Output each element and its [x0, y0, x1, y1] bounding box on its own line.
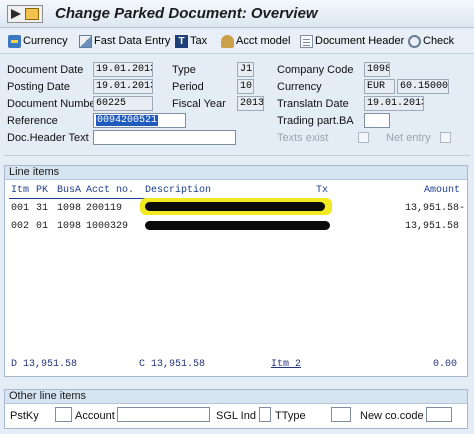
sgl-ind-input[interactable]: [259, 407, 271, 422]
column-itm[interactable]: Itm: [11, 185, 29, 196]
new-co-code-input[interactable]: [426, 407, 452, 422]
account-input[interactable]: [117, 407, 210, 422]
reference-value: 0094200521: [96, 115, 159, 126]
type-label: Type: [172, 64, 196, 76]
line-items-header: Line items: [5, 166, 467, 180]
row-acct-no: 200119: [86, 203, 123, 214]
credit-total: C 13,951.58: [139, 359, 206, 370]
fast-data-entry-button[interactable]: Fast Data Entry: [79, 33, 170, 49]
column-description[interactable]: Description: [145, 185, 211, 196]
row-itm: 002: [11, 221, 30, 232]
new-co-code-label: New co.code: [360, 410, 424, 422]
reference-input[interactable]: 0094200521: [93, 113, 186, 128]
row-busa: 1098: [57, 203, 82, 214]
type-field: J1: [237, 62, 254, 77]
currency-label: Currency: [277, 81, 322, 93]
redaction-mark: [145, 221, 330, 230]
sgl-ind-label: SGL Ind: [216, 410, 256, 422]
trading-part-label: Trading part.BA: [277, 115, 354, 127]
check-icon: [408, 34, 421, 48]
tax-button-label: Tax: [190, 35, 208, 47]
row-acct-no: 1000329: [86, 221, 129, 232]
currency-field: EUR: [364, 79, 395, 94]
account-label: Account: [75, 410, 115, 422]
other-line-items-header: Other line items: [5, 390, 467, 404]
account-model-icon: [221, 34, 234, 48]
column-pk[interactable]: PK: [36, 185, 48, 196]
folder-icon: [25, 8, 39, 20]
doc-header-text-label: Doc.Header Text: [7, 132, 89, 144]
check-button-label: Check: [423, 35, 455, 47]
column-tx[interactable]: Tx: [316, 185, 328, 196]
row-pk: 01: [36, 221, 49, 232]
other-line-items-panel: Other line items PstKy Account SGL Ind T…: [4, 389, 468, 429]
row-busa: 1098: [57, 221, 82, 232]
arrow-icon: [11, 9, 21, 19]
column-amount[interactable]: Amount: [424, 185, 460, 196]
line-items-panel: Line items Itm PK BusA Acct no. Descript…: [4, 165, 468, 377]
reference-label: Reference: [7, 115, 58, 127]
document-date-label: Document Date: [7, 64, 84, 76]
posting-date-field: 19.01.2013: [93, 79, 153, 94]
column-acct-no[interactable]: Acct no.: [86, 185, 134, 196]
currency-button-label: Currency: [23, 35, 68, 47]
ttype-label: TType: [275, 410, 306, 422]
ttype-input[interactable]: [331, 407, 351, 422]
currency-icon: [8, 34, 21, 48]
row-amount: 13,951.58: [405, 221, 460, 232]
doc-header-text-input[interactable]: [93, 130, 236, 145]
posting-date-label: Posting Date: [7, 81, 70, 93]
document-header-button[interactable]: Document Header: [300, 33, 404, 49]
title-bar: Change Parked Document: Overview: [0, 0, 474, 28]
fiscal-year-label: Fiscal Year: [172, 98, 226, 110]
document-header-icon: [300, 34, 313, 48]
company-code-field: 1098: [364, 62, 390, 77]
translatn-date-field: 19.01.2013: [364, 96, 424, 111]
period-label: Period: [172, 81, 204, 93]
acct-model-button[interactable]: Acct model: [221, 33, 290, 49]
redaction-mark: [145, 202, 325, 211]
trading-part-input[interactable]: [364, 113, 390, 128]
company-code-label: Company Code: [277, 64, 354, 76]
balance-total: 0.00: [433, 359, 458, 370]
fast-data-entry-label: Fast Data Entry: [94, 35, 171, 47]
document-number-field: 60225: [93, 96, 153, 111]
currency-button[interactable]: Currency: [8, 33, 68, 49]
tax-icon: T: [175, 34, 188, 48]
column-busa[interactable]: BusA: [57, 185, 81, 196]
row-amount: 13,951.58-: [405, 203, 466, 214]
texts-exist-label: Texts exist: [277, 132, 329, 144]
row-itm: 001: [11, 203, 30, 214]
tax-button[interactable]: T Tax: [175, 33, 207, 49]
item-count[interactable]: Itm 2: [271, 359, 301, 370]
check-button[interactable]: Check: [408, 33, 454, 49]
net-entry-checkbox: [440, 132, 451, 143]
row-pk: 31: [36, 203, 49, 214]
fiscal-year-field: 2013: [237, 96, 264, 111]
menu-toggle-icon[interactable]: [7, 5, 43, 23]
pstky-label: PstKy: [10, 410, 39, 422]
period-field: 10: [237, 79, 254, 94]
page-title: Change Parked Document: Overview: [55, 5, 318, 22]
exchange-rate-field: 60.15000: [397, 79, 449, 94]
translatn-date-label: Translatn Date: [277, 98, 349, 110]
document-header-label: Document Header: [315, 35, 405, 47]
acct-model-label: Acct model: [236, 35, 291, 47]
debit-total: D 13,951.58: [11, 359, 78, 370]
net-entry-label: Net entry: [386, 132, 431, 144]
application-toolbar: Currency Fast Data Entry T Tax Acct mode…: [0, 29, 474, 54]
section-divider: [4, 155, 470, 156]
fast-entry-icon: [79, 34, 92, 48]
pstky-input[interactable]: [55, 407, 72, 422]
document-date-field: 19.01.2013: [93, 62, 153, 77]
document-number-label: Document Number: [7, 98, 100, 110]
texts-exist-checkbox: [358, 132, 369, 143]
